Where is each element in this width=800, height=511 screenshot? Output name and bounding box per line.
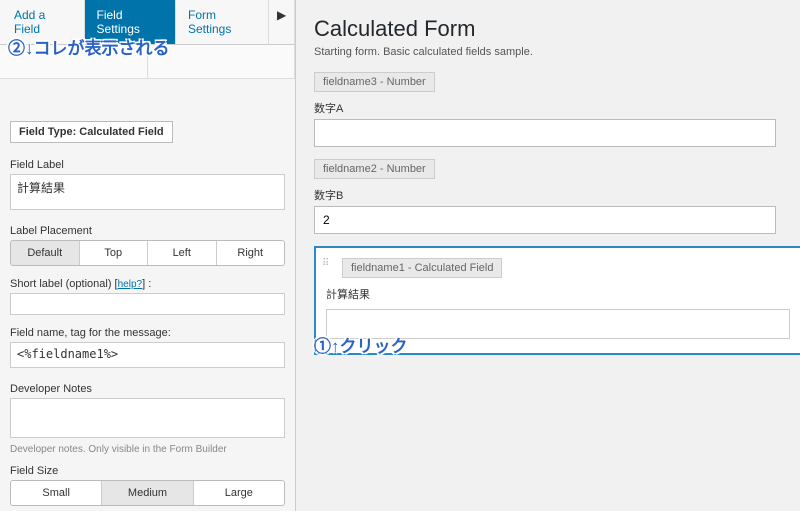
short-label-text: Short label (optional) [ — [10, 278, 118, 290]
field-size-title: Field Size — [10, 465, 285, 477]
placement-left[interactable]: Left — [148, 241, 217, 265]
label-placement-title: Label Placement — [10, 225, 285, 237]
fieldname-title: Field name, tag for the message: — [10, 327, 285, 339]
short-label-title: Short label (optional) [help?] : — [10, 278, 285, 290]
help-link[interactable]: help? — [118, 279, 142, 290]
form-input-b[interactable] — [314, 206, 776, 234]
tab-field-settings[interactable]: Field Settings — [85, 0, 176, 44]
left-panel: Add a Field Field Settings Form Settings… — [0, 0, 296, 511]
field-label: 数字B — [314, 187, 800, 203]
selected-field[interactable]: ⠿ fieldname1 - Calculated Field 計算結果 — [314, 246, 800, 355]
form-field-block[interactable]: fieldname2 - Number 数字B — [314, 159, 800, 234]
right-panel: Calculated Form Starting form. Basic cal… — [296, 0, 800, 511]
short-label-after: ] : — [142, 278, 151, 290]
size-small[interactable]: Small — [11, 481, 102, 505]
field-size-group: Small Medium Large — [10, 480, 285, 506]
field-tag: fieldname2 - Number — [314, 159, 435, 179]
form-title: Calculated Form — [314, 16, 800, 42]
tab-add-field[interactable]: Add a Field — [0, 0, 85, 44]
calculated-input[interactable] — [326, 309, 790, 339]
field-label-title: Field Label — [10, 159, 285, 171]
subtabs — [0, 45, 295, 79]
field-label: 計算結果 — [326, 286, 790, 302]
form-subtitle: Starting form. Basic calculated fields s… — [314, 46, 800, 58]
fieldname-input[interactable]: <%fieldname1%> — [10, 342, 285, 368]
placement-default[interactable]: Default — [11, 241, 80, 265]
size-medium[interactable]: Medium — [102, 481, 193, 505]
field-tag: fieldname3 - Number — [314, 72, 435, 92]
label-placement-group: Default Top Left Right — [10, 240, 285, 266]
subtab-2[interactable] — [148, 45, 296, 78]
devnotes-input[interactable] — [10, 398, 285, 438]
devnotes-hint: Developer notes. Only visible in the For… — [10, 444, 285, 455]
size-large[interactable]: Large — [194, 481, 284, 505]
devnotes-title: Developer Notes — [10, 383, 285, 395]
field-label: 数字A — [314, 100, 800, 116]
field-type-label: Field Type: Calculated Field — [10, 121, 173, 143]
tab-form-settings[interactable]: Form Settings — [176, 0, 269, 44]
field-tag: fieldname1 - Calculated Field — [342, 258, 502, 278]
subtab-1[interactable] — [0, 45, 148, 78]
tab-more-icon[interactable]: ▶ — [269, 0, 295, 44]
placement-top[interactable]: Top — [80, 241, 149, 265]
drag-handle-icon[interactable]: ⠿ — [322, 258, 329, 269]
field-label-input[interactable]: 計算結果 — [10, 174, 285, 210]
form-field-block[interactable]: fieldname3 - Number 数字A — [314, 72, 800, 147]
tabs: Add a Field Field Settings Form Settings… — [0, 0, 295, 45]
short-label-input[interactable] — [10, 293, 285, 315]
form-input-a[interactable] — [314, 119, 776, 147]
placement-right[interactable]: Right — [217, 241, 285, 265]
